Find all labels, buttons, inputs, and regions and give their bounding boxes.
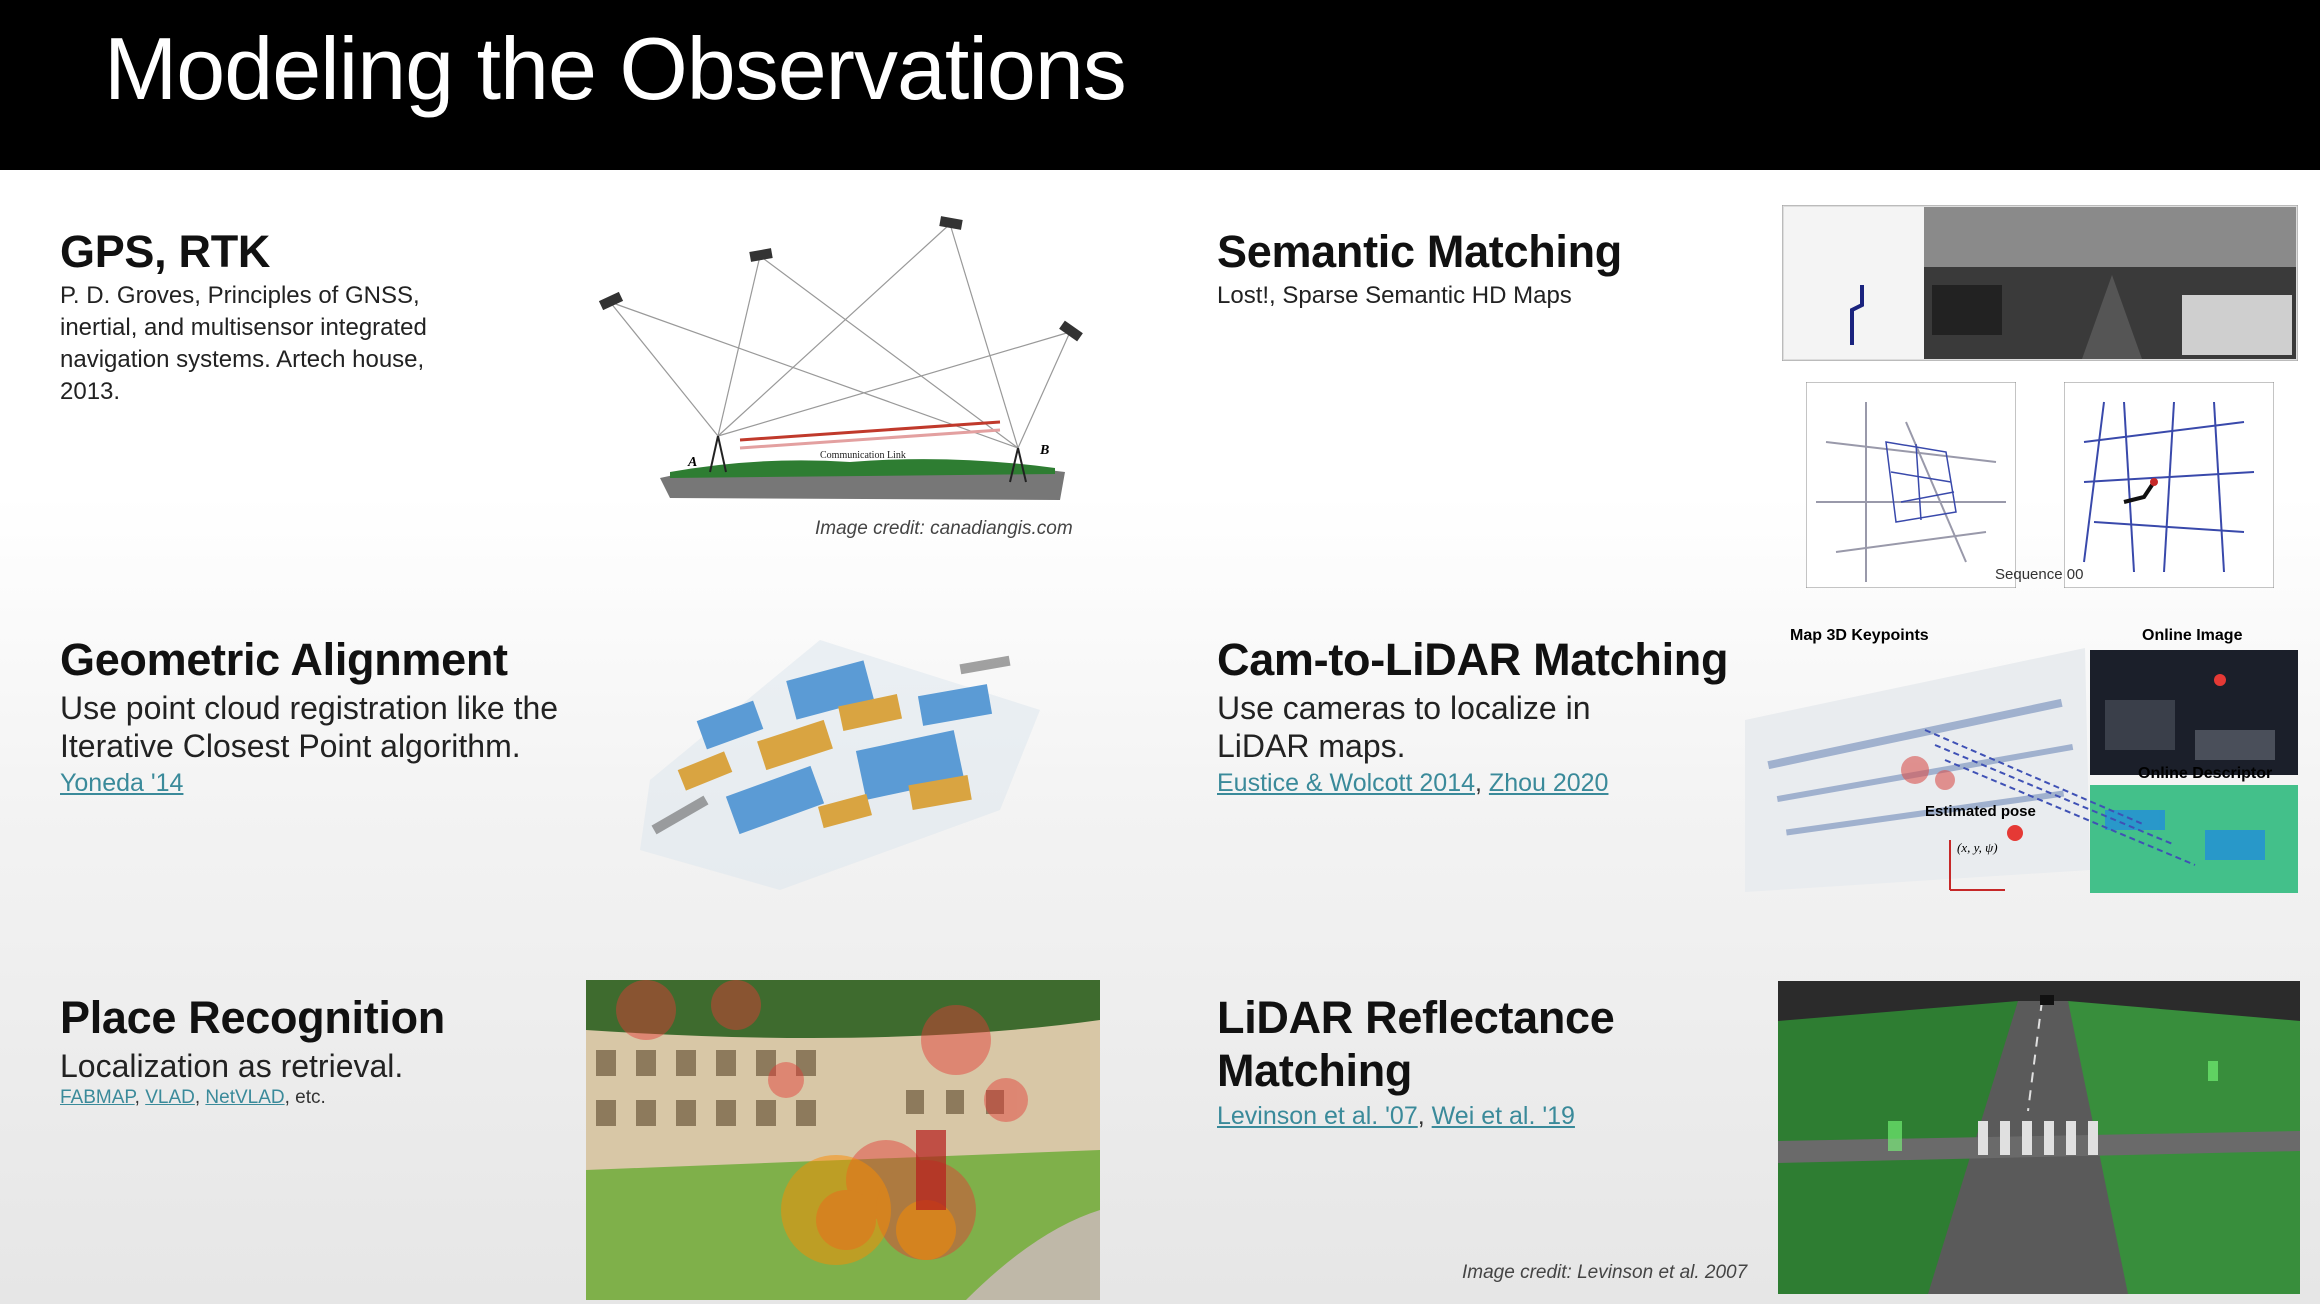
map-keypoints-label: Map 3D Keypoints bbox=[1790, 627, 1929, 644]
online-descriptor-label: Online Descriptor bbox=[2138, 765, 2272, 782]
wei-link[interactable]: Wei et al. '19 bbox=[1432, 1102, 1575, 1130]
gps-citation: P. D. Groves, Principles of GNSS, inerti… bbox=[60, 282, 427, 405]
eustice-link[interactable]: Eustice & Wolcott 2014 bbox=[1217, 769, 1475, 797]
reflectance-refs: Levinson et al. '07, Wei et al. '19 bbox=[1217, 1102, 1575, 1131]
link-label: Communication Link bbox=[820, 450, 906, 461]
levinson-link[interactable]: Levinson et al. '07 bbox=[1217, 1102, 1418, 1130]
gps-heading: GPS, RTK bbox=[60, 226, 271, 277]
geometric-body-line1: Use point cloud registration like the bbox=[60, 690, 559, 726]
vlad-link[interactable]: VLAD bbox=[145, 1087, 195, 1108]
place-recognition-image bbox=[586, 980, 1100, 1300]
reflectance-image-credit: Image credit: Levinson et al. 2007 bbox=[1462, 1262, 1748, 1283]
semantic-heading: Semantic Matching bbox=[1217, 226, 1622, 277]
pose-vars-label: (x, y, ψ) bbox=[1957, 840, 1998, 855]
lidar-reflectance-image bbox=[1778, 981, 2300, 1294]
geometric-refs: Yoneda '14 bbox=[60, 769, 183, 798]
place-refs: FABMAP, VLAD, NetVLAD, etc. bbox=[60, 1087, 326, 1109]
geometric-heading: Geometric Alignment bbox=[60, 634, 508, 685]
fabmap-link[interactable]: FABMAP bbox=[60, 1087, 135, 1108]
camlidar-refs: Eustice & Wolcott 2014, Zhou 2020 bbox=[1217, 769, 1608, 798]
point-b-label: B bbox=[1039, 443, 1049, 458]
gps-rtk-diagram: Communication Link A B bbox=[598, 216, 1083, 500]
ref-separator: , bbox=[1475, 769, 1489, 797]
ref-separator: , bbox=[134, 1087, 146, 1108]
semantic-citation: Lost!, Sparse Semantic HD Maps bbox=[1217, 282, 1572, 309]
ref-separator: , bbox=[1417, 1102, 1432, 1130]
point-cloud-image bbox=[640, 640, 1040, 890]
title-bar: Modeling the Observations bbox=[0, 0, 2320, 170]
yoneda-link[interactable]: Yoneda '14 bbox=[60, 769, 183, 797]
sequence-label: Sequence 00 bbox=[1995, 566, 2084, 583]
online-image-label: Online Image bbox=[2142, 627, 2243, 644]
zhou-link[interactable]: Zhou 2020 bbox=[1489, 769, 1609, 797]
region-map-image bbox=[1806, 382, 2016, 588]
place-heading: Place Recognition bbox=[60, 992, 445, 1043]
camlidar-body-line1: Use cameras to localize in bbox=[1217, 690, 1591, 726]
satellite-icon bbox=[598, 216, 1083, 342]
geometric-body-line2: Iterative Closest Point algorithm. bbox=[60, 728, 521, 764]
reflectance-heading-line2: Matching bbox=[1217, 1045, 1413, 1096]
point-a-label: A bbox=[687, 455, 697, 470]
ref-separator: , bbox=[194, 1087, 206, 1108]
inference-result-image bbox=[2064, 382, 2274, 588]
gps-image-credit: Image credit: canadiangis.com bbox=[815, 518, 1073, 539]
place-body: Localization as retrieval. bbox=[60, 1048, 404, 1084]
ref-tail: , etc. bbox=[284, 1087, 326, 1108]
semantic-odometry-image bbox=[1782, 205, 2298, 361]
reflectance-heading-line1: LiDAR Reflectance bbox=[1217, 992, 1615, 1043]
netvlad-link[interactable]: NetVLAD bbox=[205, 1087, 284, 1108]
estimated-pose-label: Estimated pose bbox=[1925, 803, 2036, 820]
camlidar-heading: Cam-to-LiDAR Matching bbox=[1217, 634, 1729, 685]
cam-lidar-figure: Map 3D Keypoints Online Image Online Des… bbox=[1745, 627, 2298, 893]
slide-title: Modeling the Observations bbox=[104, 19, 1127, 118]
camlidar-body-line2: LiDAR maps. bbox=[1217, 728, 1406, 764]
